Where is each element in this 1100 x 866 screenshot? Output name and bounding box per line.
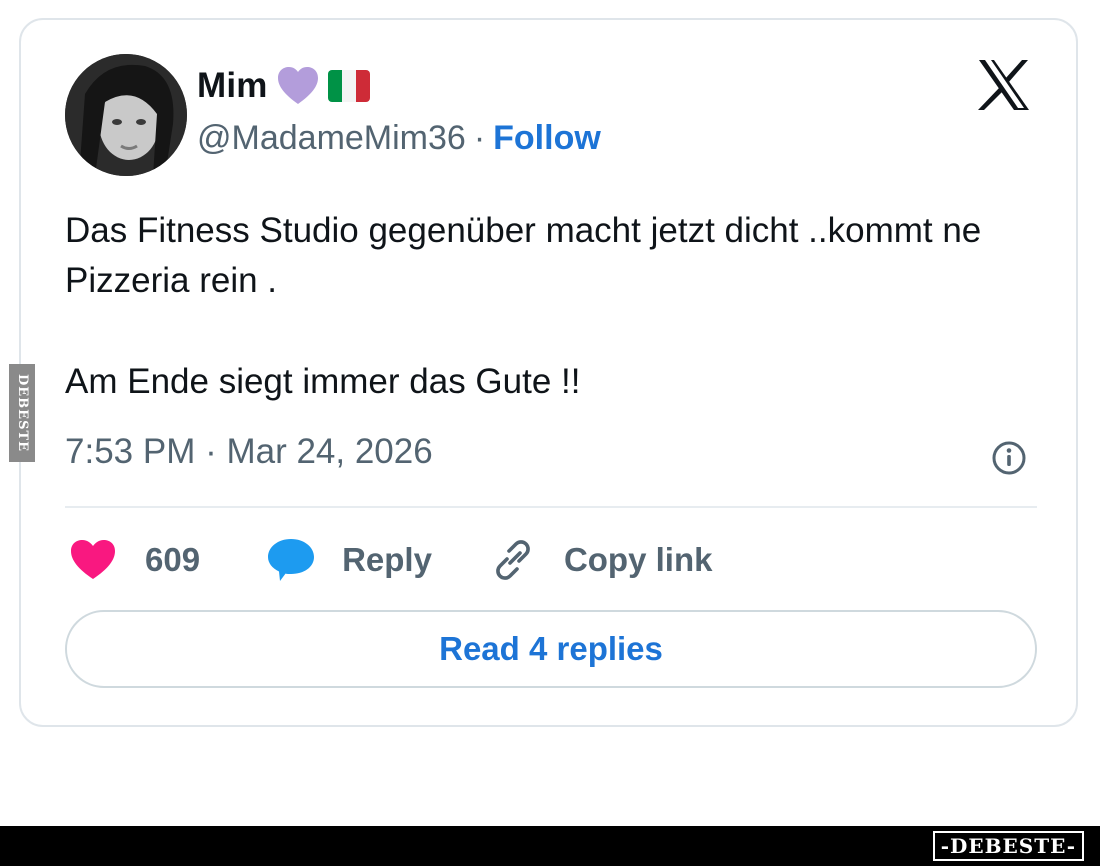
avatar[interactable] bbox=[65, 54, 187, 176]
tweet-text-paragraph-1: Das Fitness Studio gegenüber macht jetzt… bbox=[65, 211, 982, 300]
follow-button[interactable]: Follow bbox=[493, 119, 601, 158]
bottom-watermark: -DEBESTE- bbox=[932, 831, 1084, 861]
copy-link-label: Copy link bbox=[563, 541, 713, 578]
speech-bubble-icon bbox=[268, 539, 315, 581]
separator-dot: · bbox=[473, 118, 486, 157]
author-name[interactable]: Mim bbox=[197, 66, 268, 106]
like-button[interactable]: 609 bbox=[69, 539, 200, 581]
reply-button[interactable]: Reply bbox=[266, 537, 432, 583]
tweet-text-paragraph-2: Am Ende siegt immer das Gute !! bbox=[65, 362, 581, 401]
handle-row: @MadameMim36 · Follow bbox=[197, 116, 601, 160]
side-watermark: DEBESTE bbox=[9, 364, 35, 462]
tweet-text: Das Fitness Studio gegenüber macht jetzt… bbox=[65, 206, 1025, 407]
italy-flag-icon bbox=[327, 70, 370, 102]
tweet-card: Mim @MadameMim36 · Follow Das Fitness St… bbox=[19, 18, 1078, 727]
reply-label: Reply bbox=[342, 541, 432, 578]
info-icon[interactable] bbox=[991, 440, 1027, 476]
author-row: Mim bbox=[197, 64, 370, 108]
bottom-banner: -DEBESTE- bbox=[0, 826, 1100, 866]
copy-link-button[interactable]: Copy link bbox=[490, 537, 713, 583]
purple-heart-icon bbox=[277, 67, 318, 104]
tweet-timestamp[interactable]: 7:53 PM · Mar 24, 2026 bbox=[65, 432, 433, 472]
read-replies-button[interactable]: Read 4 replies bbox=[65, 610, 1037, 688]
like-count: 609 bbox=[145, 541, 201, 578]
heart-icon bbox=[71, 540, 115, 579]
x-logo-icon[interactable] bbox=[976, 58, 1032, 112]
action-bar: 609 Reply Copy link bbox=[69, 535, 712, 585]
link-icon bbox=[496, 540, 530, 580]
author-handle[interactable]: @MadameMim36 bbox=[197, 119, 466, 158]
divider bbox=[65, 506, 1037, 508]
